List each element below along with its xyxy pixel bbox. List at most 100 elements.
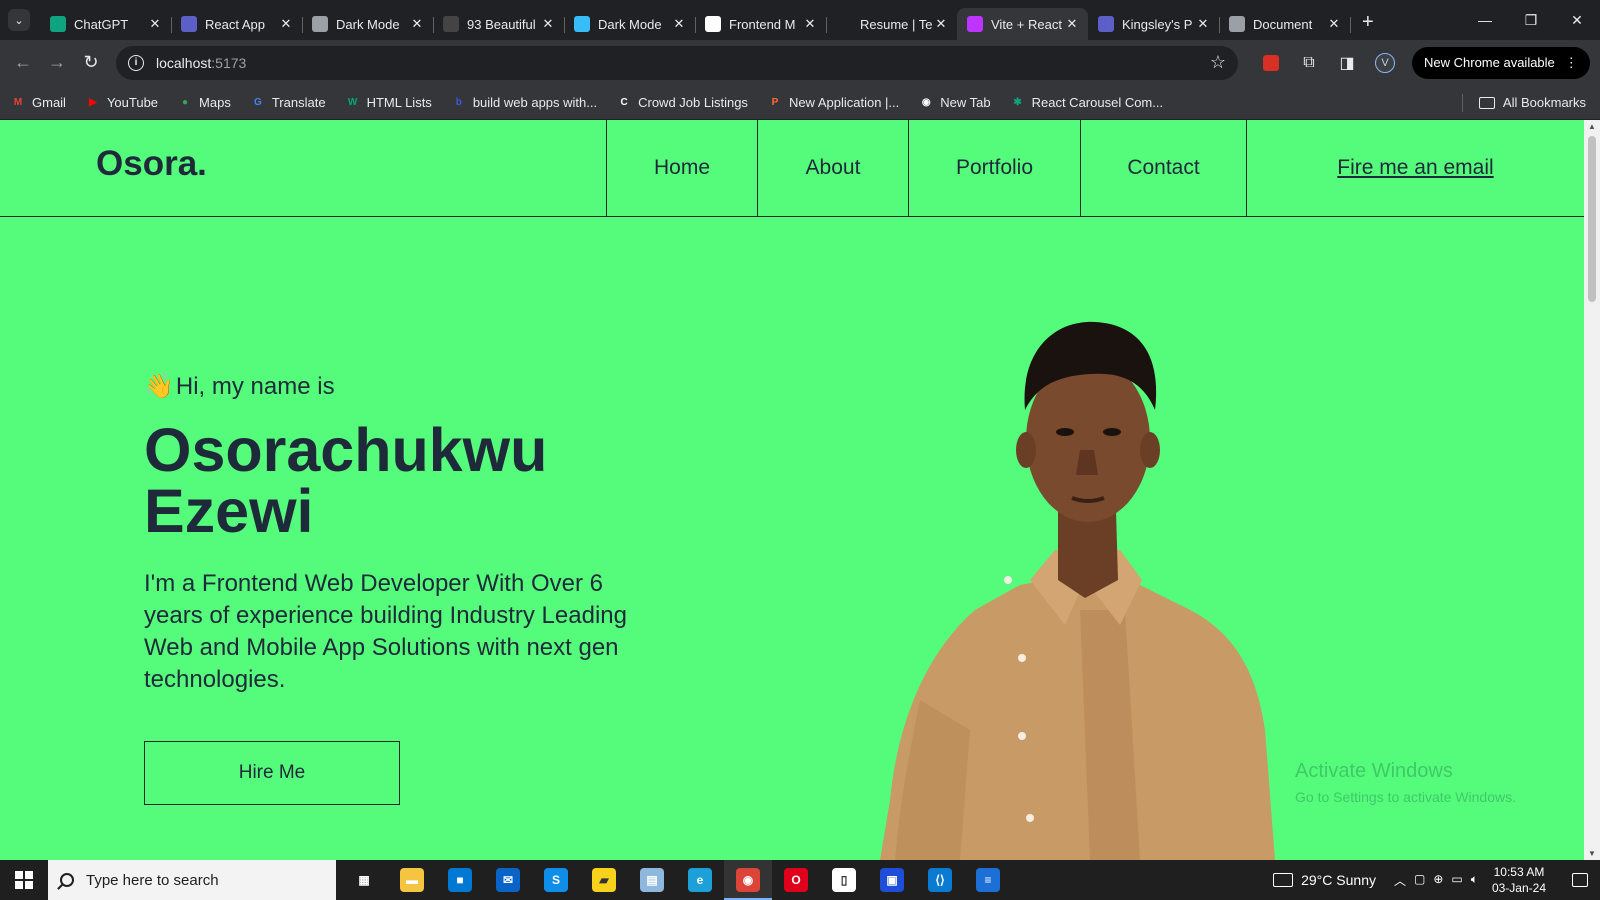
extensions-puzzle-icon[interactable]: ⧉ <box>1292 46 1326 80</box>
tab-title: ChatGPT <box>74 16 129 32</box>
tab-favicon-icon <box>443 16 459 32</box>
clock-time: 10:53 AM <box>1493 865 1545 879</box>
taskbar-app-mail[interactable]: ✉ <box>484 860 532 900</box>
tab-close-icon[interactable]: ✕ <box>409 16 425 32</box>
notepad-icon: ▤ <box>640 868 664 892</box>
hire-me-button[interactable]: Hire Me <box>144 741 400 805</box>
url-text[interactable]: localhost:5173 <box>156 55 1210 71</box>
tab-strip: ⌄ ChatGPT ✕ React App ✕ Dark Mode ✕ 93 Beautif… <box>0 0 1600 40</box>
language-icon[interactable]: ⊕ <box>1433 872 1443 889</box>
forward-button[interactable]: → <box>40 46 74 80</box>
bookmark-item[interactable]: C Crowd Job Listings <box>616 94 747 110</box>
browser-tab[interactable]: 93 Beautiful ✕ <box>433 8 565 40</box>
nav-contact[interactable]: Contact <box>1080 120 1246 216</box>
browser-tab[interactable]: Dark Mode ✕ <box>302 8 434 40</box>
browser-tab[interactable]: Resume | Te ✕ <box>826 8 958 40</box>
mail-icon: ✉ <box>496 868 520 892</box>
reload-button[interactable]: ↻ <box>74 46 108 80</box>
scroll-thumb[interactable] <box>1588 136 1596 302</box>
browser-tab[interactable]: Kingsley's P ✕ <box>1088 8 1220 40</box>
browser-tab[interactable]: Document ✕ <box>1219 8 1351 40</box>
tab-search-button[interactable]: ⌄ <box>8 9 30 31</box>
nav-email-link[interactable]: Fire me an email <box>1246 120 1584 216</box>
bookmark-item[interactable]: b build web apps with... <box>451 94 597 110</box>
profile-button[interactable]: V <box>1368 46 1402 80</box>
nav-about[interactable]: About <box>757 120 908 216</box>
taskbar-app-vscode[interactable]: ⟨⟩ <box>916 860 964 900</box>
notification-center-button[interactable] <box>1560 860 1600 900</box>
browser-tab[interactable]: ChatGPT ✕ <box>40 8 172 40</box>
battery-icon[interactable]: ▭ <box>1451 872 1462 889</box>
system-tray: 29°C Sunny ︿ ▢ ⊕ ▭ 🔈︎ 10:53 AM 03-Jan-24 <box>1273 860 1600 900</box>
browser-tab[interactable]: Vite + React ✕ <box>957 8 1088 40</box>
skype-icon: S <box>544 868 568 892</box>
taskbar-app-notepad[interactable]: ▤ <box>628 860 676 900</box>
bookmarks-divider <box>1461 93 1463 112</box>
nav-portfolio[interactable]: Portfolio <box>908 120 1080 216</box>
taskbar-app-skype[interactable]: S <box>532 860 580 900</box>
meet-icon[interactable]: ▢ <box>1414 872 1425 889</box>
bookmark-item[interactable]: ✱ React Carousel Com... <box>1010 94 1163 110</box>
weather-widget[interactable]: 29°C Sunny <box>1273 872 1376 888</box>
bookmark-item[interactable]: W HTML Lists <box>345 94 432 110</box>
minimize-icon[interactable]: — <box>1462 0 1508 40</box>
scroll-down-arrow-icon[interactable]: ▼ <box>1584 849 1600 858</box>
bookmark-star-icon[interactable]: ☆ <box>1210 52 1226 73</box>
close-window-icon[interactable]: ✕ <box>1554 0 1600 40</box>
chrome-update-button[interactable]: New Chrome available ⋮ <box>1412 46 1590 79</box>
start-button[interactable] <box>0 860 48 900</box>
scroll-up-arrow-icon[interactable]: ▲ <box>1584 122 1600 131</box>
bookmark-item[interactable]: P New Application |... <box>767 94 900 110</box>
side-panel-icon[interactable]: ◨ <box>1330 46 1364 80</box>
taskbar-app-ms-store[interactable]: ■ <box>436 860 484 900</box>
tab-favicon-icon <box>1098 16 1114 32</box>
bookmark-item[interactable]: ◉ New Tab <box>918 94 991 110</box>
clock[interactable]: 10:53 AM 03-Jan-24 <box>1492 864 1546 896</box>
bookmark-item[interactable]: M Gmail <box>10 94 66 110</box>
tab-favicon-icon <box>967 16 983 32</box>
tab-close-icon[interactable]: ✕ <box>540 16 556 32</box>
docs-icon: ≡ <box>976 868 1000 892</box>
taskbar-app-docs[interactable]: ≡ <box>964 860 1012 900</box>
tab-close-icon[interactable]: ✕ <box>1064 16 1080 32</box>
site-info-icon[interactable]: i <box>128 54 144 71</box>
shirt-button-1 <box>1004 576 1012 584</box>
taskbar-app-file-explorer[interactable]: ▬ <box>388 860 436 900</box>
volume-icon[interactable]: 🔈︎ <box>1471 872 1478 889</box>
bookmark-item[interactable]: ● Maps <box>177 94 231 110</box>
taskbar-app-edge[interactable]: e <box>676 860 724 900</box>
tab-close-icon[interactable]: ✕ <box>1326 16 1342 32</box>
tab-close-icon[interactable]: ✕ <box>802 16 818 32</box>
taskbar-search-placeholder: Type here to search <box>86 871 219 889</box>
bookmark-item[interactable]: ▶ YouTube <box>85 94 158 110</box>
extension-red-icon[interactable] <box>1254 46 1288 80</box>
tab-close-icon[interactable]: ✕ <box>147 16 163 32</box>
taskbar-search[interactable]: Type here to search <box>48 860 336 900</box>
taskbar-app-task-view[interactable]: ▦ <box>340 860 388 900</box>
taskbar-app-app[interactable]: ▣ <box>868 860 916 900</box>
site-logo[interactable]: Osora. <box>96 144 207 184</box>
nav-home[interactable]: Home <box>606 120 757 216</box>
all-bookmarks-button[interactable]: All Bookmarks <box>1461 85 1586 120</box>
restore-icon[interactable]: ❐ <box>1508 0 1554 40</box>
address-bar[interactable]: i localhost:5173 ☆ <box>116 45 1238 80</box>
tab-close-icon[interactable]: ✕ <box>278 16 294 32</box>
browser-tab[interactable]: React App ✕ <box>171 8 303 40</box>
all-bookmarks-label: All Bookmarks <box>1502 95 1586 110</box>
page-scrollbar[interactable]: ▲ ▼ <box>1584 120 1600 860</box>
tab-close-icon[interactable]: ✕ <box>1195 16 1211 32</box>
browser-tab[interactable]: Dark Mode ✕ <box>564 8 696 40</box>
taskbar-app-opera[interactable]: O <box>772 860 820 900</box>
file-icon: ▯ <box>832 868 856 892</box>
taskbar-app-chrome[interactable]: ◉ <box>724 860 772 900</box>
tab-close-icon[interactable]: ✕ <box>933 16 949 32</box>
new-tab-button[interactable]: + <box>1362 11 1374 34</box>
taskbar-app-sticky-notes[interactable]: ▰ <box>580 860 628 900</box>
bookmark-item[interactable]: G Translate <box>250 94 326 110</box>
back-button[interactable]: ← <box>6 46 40 80</box>
browser-tab[interactable]: Frontend M ✕ <box>695 8 827 40</box>
taskbar-app-file[interactable]: ▯ <box>820 860 868 900</box>
chevron-up-icon[interactable]: ︿ <box>1394 872 1406 889</box>
tab-title: Resume | Te <box>860 16 933 32</box>
tab-close-icon[interactable]: ✕ <box>671 16 687 32</box>
